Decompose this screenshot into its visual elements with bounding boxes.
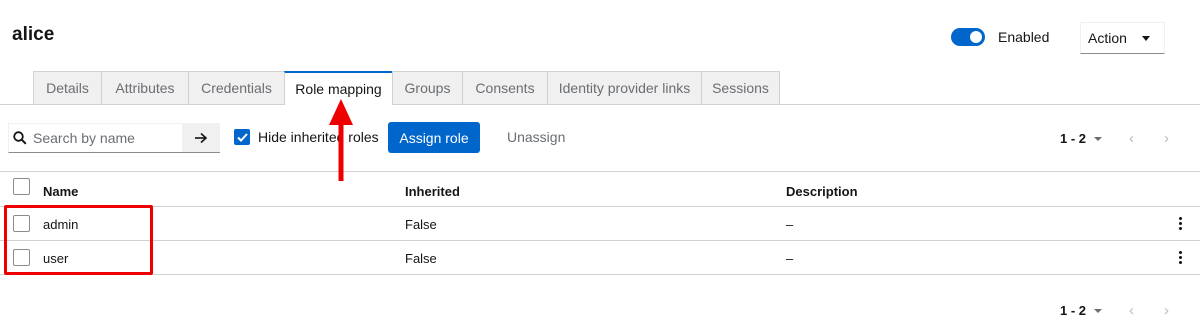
hide-inherited-roles-checkbox[interactable]: Hide inherited roles — [234, 129, 379, 145]
search-field[interactable] — [8, 123, 182, 153]
caret-down-icon — [1142, 36, 1150, 41]
table-row: admin False – — [0, 207, 1200, 241]
kebab-menu-icon[interactable] — [1178, 251, 1182, 266]
search-submit-button[interactable] — [182, 123, 220, 153]
tab-sessions[interactable]: Sessions — [701, 71, 780, 105]
chevron-left-icon[interactable]: ‹ — [1129, 302, 1134, 319]
search-icon — [13, 131, 27, 145]
row-checkbox[interactable] — [13, 215, 30, 232]
search-input[interactable] — [33, 130, 173, 146]
role-inherited: False — [405, 251, 437, 266]
chevron-right-icon[interactable]: › — [1164, 302, 1169, 319]
enabled-label: Enabled — [998, 29, 1050, 45]
checkbox-checked-icon[interactable] — [234, 129, 250, 145]
tab-groups[interactable]: Groups — [392, 71, 462, 105]
caret-down-icon[interactable] — [1094, 136, 1103, 141]
role-name: admin — [43, 217, 79, 232]
tab-role-mapping[interactable]: Role mapping — [284, 71, 392, 105]
top-pagination: 1 - 2 ‹ › — [1060, 130, 1169, 147]
bottom-pagination: 1 - 2 ‹ › — [1060, 302, 1169, 319]
column-header-name[interactable]: Name — [43, 184, 78, 199]
chevron-left-icon[interactable]: ‹ — [1129, 130, 1134, 147]
hide-inherited-roles-label: Hide inherited roles — [258, 129, 379, 145]
action-dropdown[interactable]: Action — [1080, 22, 1165, 54]
tab-details[interactable]: Details — [33, 71, 101, 105]
caret-down-icon[interactable] — [1094, 308, 1103, 313]
tab-bar: Details Attributes Credentials Role mapp… — [33, 71, 780, 105]
arrow-right-icon — [195, 132, 208, 143]
pagination-range[interactable]: 1 - 2 — [1060, 303, 1086, 318]
table-header-row: Name Inherited Description — [0, 171, 1200, 207]
kebab-menu-icon[interactable] — [1178, 217, 1182, 232]
chevron-right-icon[interactable]: › — [1164, 130, 1169, 147]
enabled-toggle[interactable] — [951, 28, 985, 46]
action-label: Action — [1088, 30, 1127, 46]
select-all-checkbox[interactable] — [13, 178, 30, 195]
role-description: – — [786, 251, 794, 266]
role-description: – — [786, 217, 794, 232]
row-checkbox[interactable] — [13, 249, 30, 266]
column-header-description: Description — [786, 184, 858, 199]
tab-credentials[interactable]: Credentials — [188, 71, 284, 105]
tab-consents[interactable]: Consents — [462, 71, 547, 105]
tab-attributes[interactable]: Attributes — [101, 71, 188, 105]
unassign-button[interactable]: Unassign — [507, 129, 565, 145]
tab-identity-provider-links[interactable]: Identity provider links — [547, 71, 701, 105]
role-table: Name Inherited Description admin False –… — [0, 171, 1200, 275]
column-header-inherited: Inherited — [405, 184, 460, 199]
user-title: alice — [12, 24, 55, 45]
role-name: user — [43, 251, 69, 266]
role-inherited: False — [405, 217, 437, 232]
assign-role-button[interactable]: Assign role — [388, 122, 480, 153]
toggle-knob — [970, 31, 982, 43]
pagination-range[interactable]: 1 - 2 — [1060, 131, 1086, 146]
table-row: user False – — [0, 241, 1200, 275]
